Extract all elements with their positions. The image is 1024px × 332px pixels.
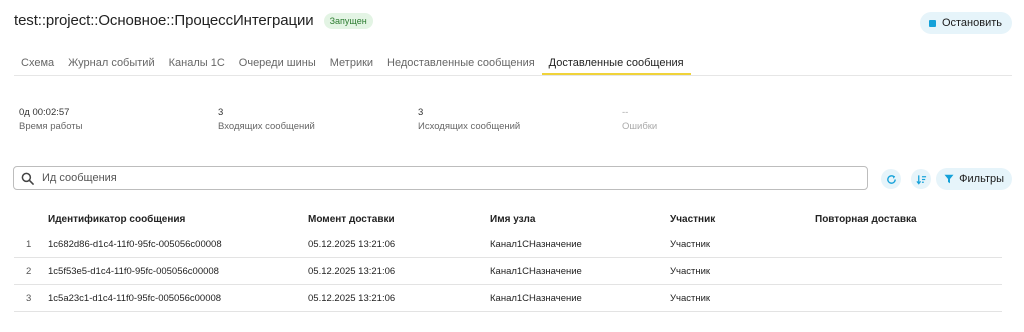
- stat-label: Время работы: [19, 121, 83, 132]
- table-row[interactable]: 2 1c5f53e5-d1c4-11f0-95fc-005056c00008 0…: [14, 258, 1002, 285]
- member: Участник: [670, 238, 711, 250]
- column-header-node[interactable]: Имя узла: [490, 214, 535, 225]
- column-header-member[interactable]: Участник: [670, 214, 715, 225]
- stat-label: Входящих сообщений: [218, 121, 315, 132]
- table-row[interactable]: 3 1c5a23c1-d1c4-11f0-95fc-005056c00008 0…: [14, 285, 1002, 312]
- node-name: Канал1СНазначение: [490, 238, 582, 250]
- sort-icon: [915, 174, 926, 185]
- stat-outgoing: 3 Исходящих сообщений: [418, 107, 520, 132]
- stat-label: Исходящих сообщений: [418, 121, 521, 132]
- refresh-button[interactable]: [881, 169, 901, 189]
- node-name: Канал1СНазначение: [490, 265, 582, 277]
- messages-table: Идентификатор сообщения Момент доставки …: [14, 207, 1002, 312]
- search-box: [13, 166, 868, 190]
- page-title: test::project::Основное::ПроцессИнтеграц…: [14, 12, 314, 29]
- tab-bar: Схема Журнал событий Каналы 1С Очереди ш…: [14, 50, 1012, 76]
- row-number: 2: [26, 265, 32, 277]
- tab-event-log[interactable]: Журнал событий: [61, 50, 161, 75]
- stat-value: 3: [218, 107, 224, 118]
- column-header-delivery-time[interactable]: Момент доставки: [308, 214, 395, 225]
- tab-delivered[interactable]: Доставленные сообщения: [541, 50, 691, 75]
- stop-button[interactable]: Остановить: [919, 12, 1012, 34]
- member: Участник: [670, 265, 711, 277]
- tab-undelivered[interactable]: Недоставленные сообщения: [380, 50, 542, 75]
- stop-button-label: Остановить: [941, 17, 1002, 29]
- table-header: Идентификатор сообщения Момент доставки …: [14, 207, 1002, 231]
- tab-bus-queues[interactable]: Очереди шины: [232, 50, 323, 75]
- stop-icon: [928, 19, 936, 27]
- row-number: 3: [26, 292, 32, 304]
- delivery-time: 05.12.2025 13:21:06: [308, 238, 396, 250]
- sort-button[interactable]: [911, 169, 931, 189]
- stat-incoming: 3 Входящих сообщений: [218, 107, 315, 132]
- member: Участник: [670, 292, 711, 304]
- filter-icon: [944, 174, 954, 184]
- search-icon: [21, 172, 34, 185]
- tab-schema[interactable]: Схема: [14, 50, 61, 75]
- row-number: 1: [26, 238, 32, 250]
- filters-button[interactable]: Фильтры: [936, 168, 1012, 190]
- message-id: 1c5a23c1-d1c4-11f0-95fc-005056c00008: [48, 292, 222, 304]
- column-header-redelivery[interactable]: Повторная доставка: [815, 214, 917, 225]
- stat-value: 3: [418, 107, 424, 118]
- status-badge: Запущен: [323, 12, 373, 29]
- tab-1c-channels[interactable]: Каналы 1С: [162, 50, 232, 75]
- tab-metrics[interactable]: Метрики: [323, 50, 380, 75]
- stat-value: 0д 00:02:57: [19, 107, 70, 118]
- stat-label: Ошибки: [622, 121, 658, 132]
- message-id: 1c5f53e5-d1c4-11f0-95fc-005056c00008: [48, 265, 219, 277]
- search-input[interactable]: [40, 171, 824, 185]
- node-name: Канал1СНазначение: [490, 292, 582, 304]
- table-row[interactable]: 1 1c682d86-d1c4-11f0-95fc-005056c00008 0…: [14, 231, 1002, 258]
- delivery-time: 05.12.2025 13:21:06: [308, 292, 396, 304]
- message-id: 1c682d86-d1c4-11f0-95fc-005056c00008: [48, 238, 222, 250]
- page-header: test::project::Основное::ПроцессИнтеграц…: [14, 12, 373, 29]
- stat-uptime: 0д 00:02:57 Время работы: [19, 107, 82, 132]
- delivery-time: 05.12.2025 13:21:06: [308, 265, 396, 277]
- stat-value: --: [622, 107, 629, 118]
- refresh-icon: [886, 174, 896, 184]
- column-header-id[interactable]: Идентификатор сообщения: [48, 214, 185, 225]
- stat-errors: -- Ошибки: [622, 107, 657, 132]
- filters-button-label: Фильтры: [959, 173, 1004, 185]
